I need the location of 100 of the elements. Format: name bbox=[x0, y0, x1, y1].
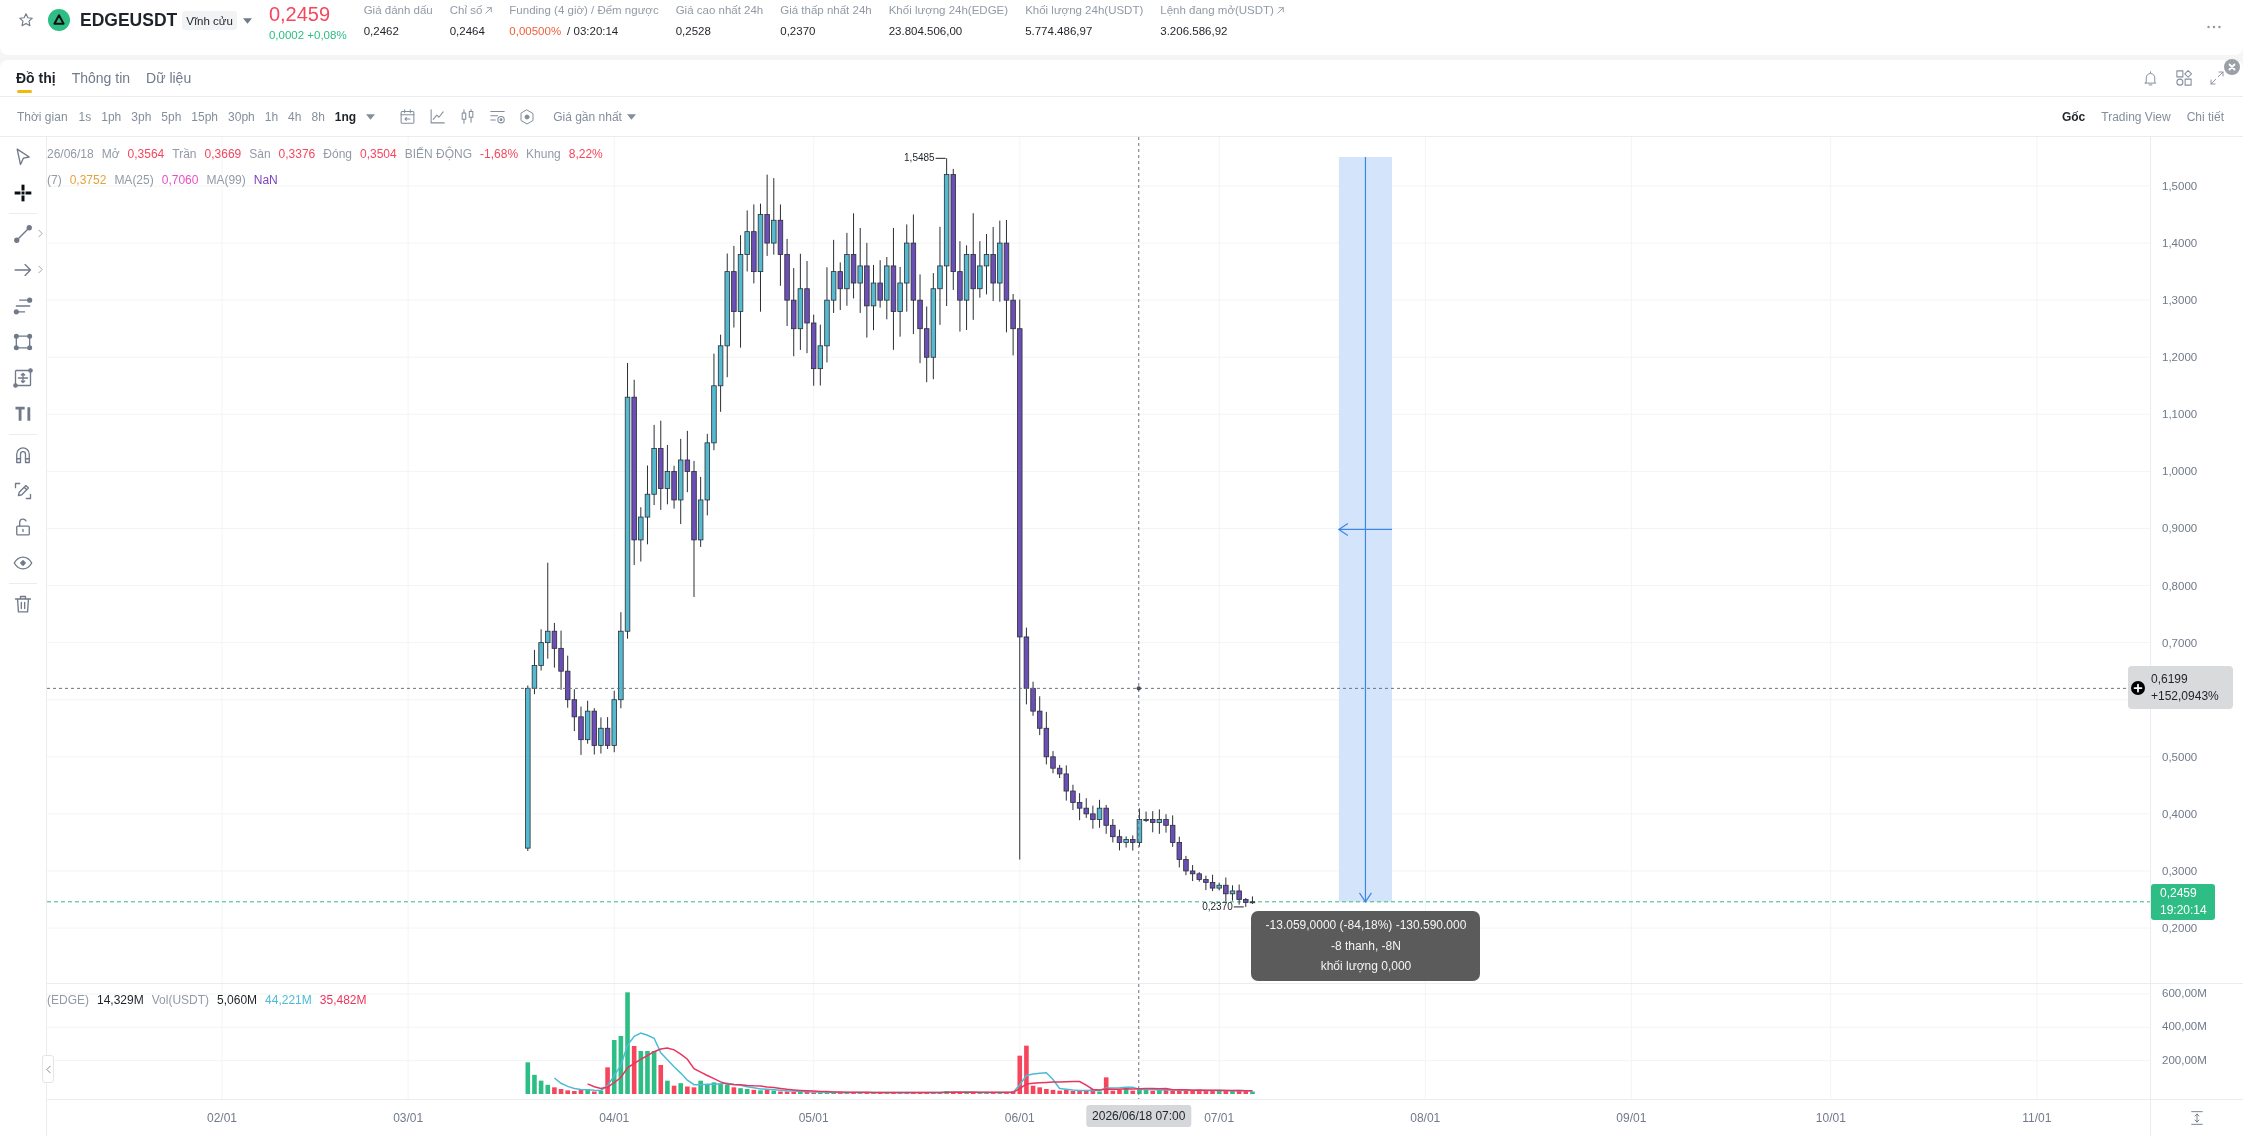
volume-legend-label: (EDGE) bbox=[47, 992, 89, 1008]
price-axis-label: 1,2000 bbox=[2162, 350, 2198, 366]
interval-option[interactable]: 5ph bbox=[161, 109, 182, 124]
chart-view-option[interactable]: Chi tiết bbox=[2186, 109, 2224, 124]
arrow-up-right-icon[interactable] bbox=[485, 6, 493, 14]
interval-option[interactable]: 8h bbox=[311, 109, 325, 124]
interval-option[interactable]: 1h bbox=[264, 109, 279, 124]
caret-down-icon bbox=[626, 113, 636, 120]
arrow-up-right-icon[interactable] bbox=[1276, 6, 1284, 14]
stat-label: Khối lượng 24h(USDT) bbox=[1025, 3, 1144, 18]
crosshair-icon[interactable] bbox=[13, 183, 33, 203]
price-source-dropdown[interactable]: Giá gần nhất bbox=[553, 109, 636, 124]
chart-view-option[interactable]: Trading View bbox=[2101, 109, 2171, 124]
interval-option[interactable]: 3ph bbox=[131, 109, 152, 124]
candle-countdown: 19:20:14 bbox=[2160, 903, 2208, 918]
funding-countdown: / 03:20:14 bbox=[567, 24, 619, 39]
last-price-value: 0,2459 bbox=[2160, 886, 2198, 901]
tab[interactable]: Dữ liệu bbox=[146, 60, 192, 96]
pencil-icon[interactable] bbox=[13, 481, 33, 501]
measure-left-arrow bbox=[1337, 522, 1393, 536]
stat-value: 0,2370 bbox=[780, 24, 816, 39]
interval-label: Thời gian bbox=[17, 109, 68, 124]
time-axis-label: 03/01 bbox=[393, 1110, 424, 1126]
coin-logo-icon bbox=[48, 9, 70, 31]
time-axis-label: 10/01 bbox=[1815, 1110, 1846, 1126]
rectangle-icon[interactable] bbox=[13, 332, 33, 352]
caret-down-icon[interactable] bbox=[242, 18, 252, 24]
text-icon[interactable] bbox=[13, 404, 33, 424]
more-icon[interactable] bbox=[2207, 25, 2221, 29]
calendar-icon[interactable] bbox=[399, 108, 417, 125]
price-axis-label: 0,5000 bbox=[2162, 749, 2198, 765]
volume-legend-value: 44,221M bbox=[265, 992, 312, 1008]
stat-value: 0,2464 bbox=[449, 24, 485, 39]
price-axis-label: 0,8000 bbox=[2162, 578, 2198, 594]
time-axis-label: 09/01 bbox=[1616, 1110, 1647, 1126]
moving-average-label: MA(25) bbox=[114, 172, 154, 188]
legend-label: Mở bbox=[101, 146, 120, 162]
interval-option[interactable]: 1s bbox=[78, 109, 92, 124]
interval-option[interactable]: 15ph bbox=[191, 109, 219, 124]
price-axis-label: 1,4000 bbox=[2162, 236, 2198, 252]
tab[interactable]: Đồ thị bbox=[16, 60, 56, 96]
time-axis-label: 07/01 bbox=[1204, 1110, 1235, 1126]
sliders-icon[interactable] bbox=[489, 108, 507, 125]
moving-average-label: (7) bbox=[47, 172, 62, 188]
moving-average-value: NaN bbox=[253, 172, 278, 188]
interval-option[interactable]: 4h bbox=[288, 109, 302, 124]
price-axis-label: 0,7000 bbox=[2162, 635, 2198, 651]
stat-value: 3.206.586,92 bbox=[1160, 24, 1228, 39]
interval-option[interactable]: 1ph bbox=[101, 109, 122, 124]
shapes-icon[interactable] bbox=[2175, 69, 2193, 87]
legend-label: Sàn bbox=[249, 146, 271, 162]
legend-value: 0,3564 bbox=[127, 146, 165, 162]
high-price-label: 1,5485 bbox=[904, 151, 935, 166]
legend-value: 0,3669 bbox=[204, 146, 242, 162]
volume-axis-label: 600,00M bbox=[2162, 986, 2207, 1001]
trash-icon[interactable] bbox=[13, 594, 33, 614]
stat-value: 0,00500% bbox=[509, 24, 562, 39]
stat-link[interactable]: Chỉ số bbox=[449, 2, 483, 18]
interval-option[interactable]: 1ng bbox=[334, 109, 357, 124]
low-leader-line bbox=[1233, 906, 1245, 908]
chart-view-option[interactable]: Gốc bbox=[2061, 109, 2086, 124]
price-change: 0,0002 +0,08% bbox=[268, 28, 347, 43]
magnet-icon[interactable] bbox=[13, 445, 33, 465]
tab[interactable]: Thông tin bbox=[71, 60, 131, 96]
price-axis-label: 0,4000 bbox=[2162, 806, 2198, 822]
high-leader-line bbox=[935, 157, 947, 159]
hexagon-icon[interactable] bbox=[519, 108, 536, 125]
stat-label: Funding (4 giờ) / Đếm ngược bbox=[509, 3, 659, 18]
horizontal-lines-icon[interactable] bbox=[13, 296, 33, 316]
legend-label: Khung bbox=[526, 146, 561, 162]
favorite-star-icon[interactable] bbox=[18, 12, 34, 28]
last-price: 0,2459 bbox=[268, 3, 332, 25]
caret-down-icon[interactable] bbox=[366, 113, 376, 120]
time-axis-label: 02/01 bbox=[207, 1110, 237, 1126]
plus-circle-icon[interactable] bbox=[2131, 680, 2145, 695]
legend-label: Trần bbox=[172, 146, 197, 162]
interval-option[interactable]: 30ph bbox=[228, 109, 255, 124]
expand-icon[interactable] bbox=[2209, 70, 2225, 86]
line-icon[interactable] bbox=[13, 224, 33, 244]
bell-icon[interactable] bbox=[2142, 69, 2159, 87]
stat-value: 5.774.486,97 bbox=[1025, 24, 1093, 39]
volume-legend-value: 35,482M bbox=[319, 992, 367, 1008]
fit-height-icon[interactable] bbox=[2189, 1110, 2205, 1126]
stat-label: Giá cao nhất 24h bbox=[675, 3, 764, 18]
low-price-label: 0,2370 bbox=[1202, 899, 1233, 914]
volume-axis-label: 400,00M bbox=[2162, 1019, 2207, 1035]
measure-tooltip-text: khối lượng 0,000 bbox=[1320, 958, 1412, 975]
moving-average-label: MA(99) bbox=[206, 172, 246, 188]
padlock-icon[interactable] bbox=[13, 517, 33, 537]
measure-tooltip-text: -13.059,0000 (-84,18%) -130.590.000 bbox=[1265, 917, 1467, 934]
line-chart-icon[interactable] bbox=[429, 108, 447, 125]
contract-type-dropdown[interactable]: Vĩnh cửu bbox=[182, 11, 237, 30]
legend-value: 8,22% bbox=[568, 146, 603, 162]
time-axis-label: 11/01 bbox=[2022, 1110, 2052, 1126]
stat-link[interactable]: Lệnh đang mở(USDT) bbox=[1160, 2, 1274, 18]
crosshair-dot-icon bbox=[1136, 686, 1141, 691]
close-icon[interactable] bbox=[2224, 59, 2240, 75]
square-arrows-icon[interactable] bbox=[13, 368, 33, 388]
pair-name: EDGEUSDT bbox=[80, 9, 178, 32]
crosshair-change: +152,0943% bbox=[2151, 689, 2219, 704]
